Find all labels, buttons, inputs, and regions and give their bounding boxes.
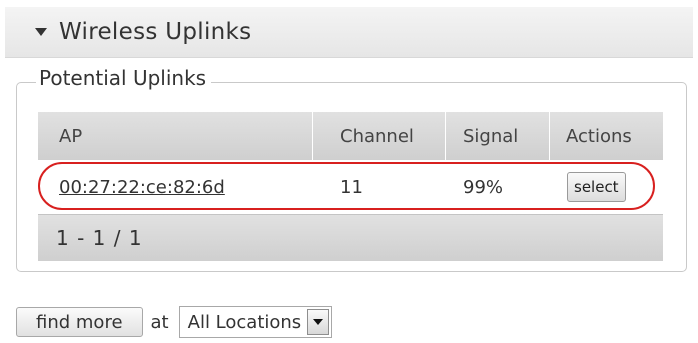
ap-cell: 00:27:22:ce:82:6d (38, 177, 313, 198)
bottom-controls: find more at All Locations (16, 306, 333, 338)
channel-cell: 11 (340, 176, 363, 198)
signal-cell: 99% (463, 176, 504, 198)
column-header-channel[interactable]: Channel (313, 112, 446, 160)
uplinks-table: AP Channel Signal Actions 00:27:22:ce:82… (38, 112, 663, 261)
section-title: Wireless Uplinks (59, 19, 252, 45)
actions-cell: select (550, 172, 663, 202)
column-header-signal[interactable]: Signal (446, 112, 550, 160)
column-header-actions: Actions (566, 125, 632, 147)
wireless-uplinks-panel: Wireless Uplinks Potential Uplinks AP Ch… (0, 0, 698, 343)
column-header-ap[interactable]: AP (38, 112, 313, 160)
section-header[interactable]: Wireless Uplinks (5, 7, 693, 58)
select-button[interactable]: select (567, 172, 626, 202)
ap-mac-link[interactable]: 00:27:22:ce:82:6d (59, 177, 225, 198)
pagination-status: 1 - 1 / 1 (38, 214, 663, 261)
group-legend: Potential Uplinks (36, 66, 212, 90)
table-header: AP Channel Signal Actions (38, 112, 663, 160)
table-row: 00:27:22:ce:82:6d 11 99% select (38, 160, 663, 214)
find-more-button[interactable]: find more (16, 307, 143, 337)
location-select[interactable]: All Locations (178, 306, 333, 338)
at-label: at (150, 311, 169, 333)
collapse-triangle-icon[interactable] (35, 28, 47, 36)
chevron-down-icon (313, 319, 324, 325)
location-select-value[interactable]: All Locations (180, 312, 308, 333)
dropdown-button[interactable] (307, 309, 330, 335)
